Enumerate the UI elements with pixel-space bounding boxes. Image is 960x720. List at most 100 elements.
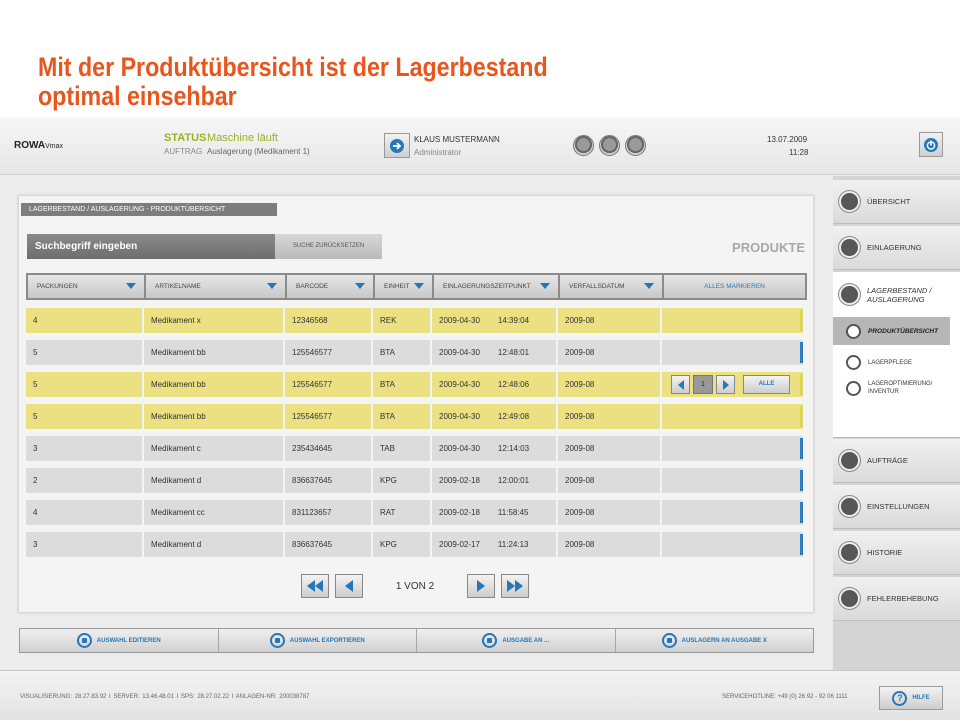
- cell-artikel: Medikament c: [144, 436, 283, 461]
- double-left-arrow-icon: [307, 580, 323, 592]
- sidebar-subitem-lagerpflege[interactable]: LAGERPFLEGE: [846, 355, 912, 370]
- sidebar-subitem-label: PRODUKTÜBERSICHT: [868, 327, 939, 335]
- column-header-artikelname[interactable]: ARTIKELNAME: [146, 275, 285, 298]
- sidebar-item-einstellungen[interactable]: EINSTELLUNGEN: [833, 485, 960, 529]
- action-label: AUSWAHL EXPORTIEREN: [289, 637, 365, 644]
- sidebar-item-einlagerung[interactable]: EINLAGERUNG: [833, 226, 960, 270]
- status-label: STATUS: [164, 132, 207, 144]
- column-label: PACKUNGEN: [37, 283, 78, 290]
- help-button[interactable]: ? HILFE: [879, 686, 943, 710]
- quantity-value[interactable]: 1: [693, 375, 713, 394]
- reset-search-button[interactable]: SUCHE ZURÜCKSETZEN: [275, 234, 382, 259]
- inventory-icon: [839, 284, 860, 305]
- cell-time: 12:49:08: [497, 412, 530, 421]
- column-header-einlagerungszeitpunkt[interactable]: EINLAGERUNGSZEITPUNKT: [434, 275, 558, 298]
- sidebar-item-auftraege[interactable]: AUFTRÄGE: [833, 439, 960, 483]
- cell-einlagerungszeitpunkt: 2009-04-30 12:49:08: [432, 404, 556, 429]
- sidebar: ÜBERSICHT EINLAGERUNG LAGERBESTAND / AUSL…: [833, 176, 960, 670]
- cell-date: 2009-04-30: [439, 444, 480, 453]
- cell-packungen: 2: [26, 468, 142, 493]
- cell-einheit: BTA: [373, 372, 430, 397]
- table-row[interactable]: 3 Medikament c 235434645 TAB 2009-04-30 12:14…: [26, 436, 807, 461]
- table-row[interactable]: 2 Medikament d 836637645 KPG 2009-02-18 12:00…: [26, 468, 807, 493]
- action-label: AUSLAGERN AN AUSGABE X: [681, 637, 767, 644]
- table-row[interactable]: 4 Medikament x 12346568 REK 2009-04-30 14:39:…: [26, 308, 807, 333]
- cell-einheit: BTA: [373, 404, 430, 429]
- cell-time: 12:00:01: [497, 476, 530, 485]
- app-header: ROWAVmax STATUS Maschine läuft AUFTRAG A…: [0, 118, 960, 175]
- sidebar-subitem-lageroptimierung[interactable]: LAGEROPTIMIERUNG/INVENTUR: [846, 380, 932, 396]
- cell-einheit: RAT: [373, 500, 430, 525]
- cell-time: 12:14:03: [497, 444, 530, 453]
- increase-button[interactable]: [716, 375, 735, 394]
- table-row[interactable]: 5 Medikament bb 125546577 BTA 2009-04-30 12:4…: [26, 404, 807, 429]
- sidebar-item-fehlerbehebung[interactable]: FEHLERBEHEBUNG: [833, 577, 960, 621]
- last-page-button[interactable]: [501, 574, 529, 598]
- cell-artikel: Medikament d: [144, 532, 283, 557]
- pager: 1 VON 2: [301, 574, 529, 598]
- cell-time: 11:24:13: [497, 540, 529, 549]
- table-row[interactable]: 5 Medikament bb 125546577 BTA 2009-04-30 12:4…: [26, 340, 807, 365]
- sidebar-item-historie[interactable]: HISTORIE: [833, 531, 960, 575]
- help-icon: ?: [892, 690, 908, 706]
- select-all-button[interactable]: ALLES MARKIEREN: [664, 275, 805, 298]
- cell-actions: [662, 532, 803, 557]
- cell-einlagerungszeitpunkt: 2009-04-30 12:48:06: [432, 372, 556, 397]
- service-hotline: SERVICEHOTLINE: +49 (0) 26 92 - 92 06 11…: [722, 694, 848, 700]
- product-overview-panel: LAGERBESTAND / AUSLAGERUNG - PRODUKTÜBER…: [18, 195, 814, 613]
- cell-artikel: Medikament bb: [144, 404, 283, 429]
- decrease-button[interactable]: [671, 375, 690, 394]
- remove-to-output-button[interactable]: AUSLAGERN AN AUSGABE X: [616, 629, 814, 652]
- power-icon: [924, 137, 938, 152]
- sidebar-item-lagerbestand[interactable]: LAGERBESTAND / AUSLAGERUNG: [839, 284, 931, 305]
- export-selection-button[interactable]: AUSWAHL EXPORTIEREN: [219, 629, 417, 652]
- action-bar: AUSWAHL EDITIEREN AUSWAHL EXPORTIEREN AU…: [19, 628, 814, 653]
- column-label: BARCODE: [296, 283, 329, 290]
- cell-time: 11:58:45: [497, 508, 529, 517]
- prev-page-button[interactable]: [335, 574, 363, 598]
- cell-einlagerungszeitpunkt: 2009-04-30 14:39:04: [432, 308, 556, 333]
- sidebar-subitem-label: LAGERPFLEGE: [868, 359, 913, 366]
- edit-icon: [76, 633, 92, 648]
- table-row[interactable]: 5 Medikament bb 125546577 BTA 2009-04-30 12:4…: [26, 372, 807, 397]
- column-label: EINLAGERUNGSZEITPUNKT: [443, 283, 531, 290]
- output-to-button[interactable]: AUSGABE AN ...: [417, 629, 616, 652]
- cell-barcode: 12346568: [285, 308, 371, 333]
- cell-einlagerungszeitpunkt: 2009-02-18 12:00:01: [432, 468, 556, 493]
- cell-einlagerungszeitpunkt: 2009-02-18 11:58:45: [432, 500, 556, 525]
- first-page-button[interactable]: [301, 574, 329, 598]
- cell-barcode: 235434645: [285, 436, 371, 461]
- storage-in-icon: [839, 237, 860, 258]
- cell-einlagerungszeitpunkt: 2009-02-17 11:24:13: [432, 532, 556, 557]
- column-header-verfallsdatum[interactable]: VERFALLSDATUM: [560, 275, 662, 298]
- column-header-einheit[interactable]: EINHEIT: [375, 275, 432, 298]
- cell-time: 12:48:01: [497, 348, 530, 357]
- error-icon: [839, 588, 860, 609]
- cell-date: 2009-04-30: [439, 316, 480, 325]
- slide: Mit der Produktübersicht ist der Lagerbe…: [0, 0, 960, 720]
- row-marker: [800, 502, 803, 523]
- cell-verfall: 2009-08: [558, 340, 660, 365]
- cell-barcode: 836637645: [285, 468, 371, 493]
- sidebar-subitem-produktuebersicht[interactable]: PRODUKTÜBERSICHT: [833, 317, 950, 345]
- edit-selection-button[interactable]: AUSWAHL EDITIEREN: [20, 629, 219, 652]
- sort-arrow-icon: [267, 283, 277, 289]
- logout-button[interactable]: [384, 133, 410, 158]
- cell-artikel: Medikament x: [144, 308, 283, 333]
- table-row[interactable]: 3 Medikament d 836637645 KPG 2009-02-17 11:24…: [26, 532, 807, 557]
- sidebar-item-uebersicht[interactable]: ÜBERSICHT: [833, 180, 960, 224]
- slide-title-line-1: Mit der Produktübersicht ist der Lagerbe…: [38, 52, 548, 82]
- search-input[interactable]: Suchbegriff eingeben: [27, 234, 275, 259]
- select-all-packages-button[interactable]: ALLE: [743, 375, 790, 394]
- next-page-button[interactable]: [467, 574, 495, 598]
- remove-stock-icon: [661, 633, 677, 648]
- column-header-barcode[interactable]: BARCODE: [287, 275, 373, 298]
- page-indicator: 1 VON 2: [395, 580, 435, 592]
- sort-arrow-icon: [644, 283, 654, 289]
- table-row[interactable]: 4 Medikament cc 831123657 RAT 2009-02-18 11:5…: [26, 500, 807, 525]
- cell-verfall: 2009-08: [558, 308, 660, 333]
- power-button[interactable]: [919, 132, 943, 157]
- column-label: EINHEIT: [384, 283, 410, 290]
- cell-verfall: 2009-08: [558, 436, 660, 461]
- column-header-packungen[interactable]: PACKUNGEN: [28, 275, 144, 298]
